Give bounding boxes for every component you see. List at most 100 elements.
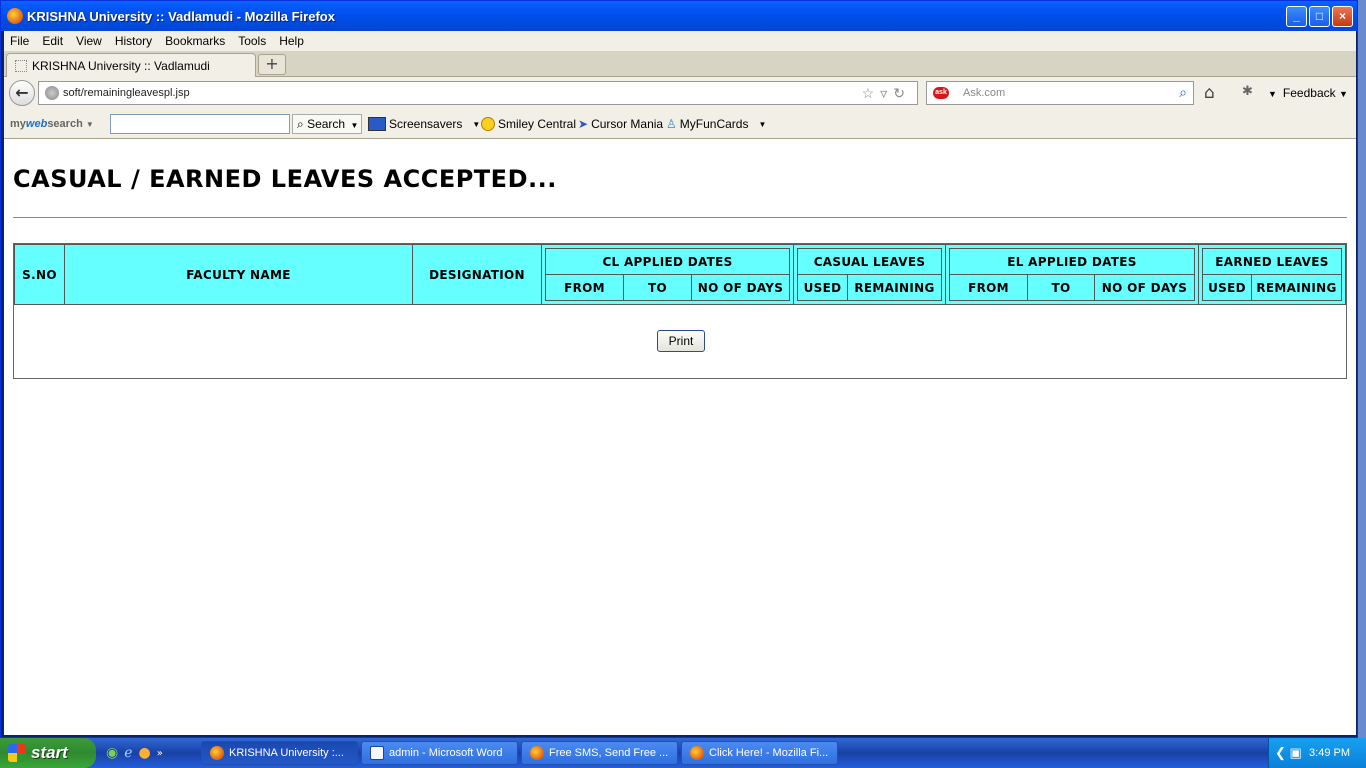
- reload-icon[interactable]: ↻: [893, 85, 911, 101]
- chevron-down-icon: ▼: [1268, 89, 1277, 99]
- header-faculty-name: FACULTY NAME: [64, 244, 413, 305]
- monitor-icon: [368, 117, 386, 131]
- url-actions: ☆▿↻: [862, 85, 911, 102]
- url-text: soft/remainingleavespl.jsp: [63, 87, 190, 99]
- el-from-header: FROM: [949, 274, 1028, 301]
- earned-leaves-title: EARNED LEAVES: [1202, 248, 1342, 275]
- new-tab-button[interactable]: +: [258, 54, 286, 75]
- casual-used-header: USED: [797, 274, 848, 301]
- browser-client: File Edit View History Bookmarks Tools H…: [4, 31, 1356, 735]
- taskbar-item-label: admin - Microsoft Word: [389, 747, 503, 759]
- start-button[interactable]: start: [0, 738, 96, 768]
- mywebsearch-logo[interactable]: mywebsearch ▼: [10, 118, 94, 130]
- background-scrollbar: [1358, 0, 1366, 738]
- search-bar[interactable]: ask Ask.com ⌕: [926, 81, 1194, 105]
- page-favicon-icon: [15, 59, 27, 72]
- header-sno: S.NO: [14, 244, 65, 305]
- menu-bookmarks[interactable]: Bookmarks: [165, 34, 225, 48]
- menu-edit[interactable]: Edit: [42, 34, 63, 48]
- ask-logo-icon[interactable]: ask: [933, 87, 949, 99]
- leaves-table-container: S.NO FACULTY NAME DESIGNATION CL APPLIED…: [13, 243, 1347, 379]
- maximize-button[interactable]: □: [1309, 5, 1330, 27]
- mywebsearch-toolbar: mywebsearch ▼ ⌕ Search ▼ Screensavers ▼ S…: [4, 109, 1356, 139]
- smiley-icon: [481, 117, 495, 131]
- smiley-central-link[interactable]: Smiley Central: [481, 117, 576, 131]
- firefox-icon[interactable]: ●: [139, 745, 151, 761]
- feedback-menu[interactable]: ▼ Feedback ▼: [1268, 86, 1348, 100]
- print-button[interactable]: Print: [657, 330, 705, 352]
- cursor-mania-link[interactable]: ➤ Cursor Mania: [578, 117, 663, 131]
- utorrent-icon[interactable]: ◉: [106, 745, 118, 761]
- el-to-header: TO: [1027, 274, 1095, 301]
- taskbar-item-word[interactable]: admin - Microsoft Word: [361, 741, 518, 765]
- title-bar[interactable]: KRISHNA University :: Vadlamudi - Mozill…: [1, 1, 1357, 31]
- smiley-central-label: Smiley Central: [498, 117, 577, 131]
- chevron-down-icon: ▼: [1338, 89, 1348, 99]
- navigation-bar: ← soft/remainingleavespl.jsp ☆▿↻ ask Ask…: [4, 77, 1356, 109]
- chevron-down-icon: ▼: [758, 119, 767, 129]
- header-earned-leaves: EARNED LEAVES USED REMAINING: [1198, 244, 1346, 305]
- page-content: CASUAL / EARNED LEAVES ACCEPTED... S.NO …: [4, 139, 1356, 735]
- cursor-mania-label: Cursor Mania: [591, 117, 664, 131]
- search-icon[interactable]: ⌕: [1179, 84, 1187, 101]
- window-title: KRISHNA University :: Vadlamudi - Mozill…: [27, 8, 335, 24]
- myfuncards-link[interactable]: ♙ MyFunCards ▼: [666, 117, 766, 131]
- home-icon[interactable]: ⌂: [1204, 83, 1215, 103]
- menu-history[interactable]: History: [115, 34, 152, 48]
- divider: [13, 217, 1347, 218]
- menu-view[interactable]: View: [76, 34, 102, 48]
- chevron-right-icon[interactable]: »: [157, 748, 163, 759]
- casual-remaining-header: REMAINING: [847, 274, 942, 301]
- tab-bar: KRISHNA University :: Vadlamudi +: [4, 51, 1356, 77]
- quick-launch: ◉ ℯ ● »: [106, 745, 198, 761]
- cl-from-header: FROM: [545, 274, 624, 301]
- menu-tools[interactable]: Tools: [238, 34, 266, 48]
- chevron-left-icon[interactable]: ❮: [1275, 745, 1286, 760]
- bug-icon[interactable]: ✱: [1242, 84, 1253, 99]
- page-title: CASUAL / EARNED LEAVES ACCEPTED...: [13, 165, 557, 193]
- url-bar[interactable]: soft/remainingleavespl.jsp ☆▿↻: [38, 81, 918, 105]
- taskbar-item-click-here[interactable]: Click Here! - Mozilla Fi...: [681, 741, 838, 765]
- screensavers-link[interactable]: Screensavers ▼: [368, 117, 480, 131]
- chevron-down-icon[interactable]: ▼: [350, 121, 358, 130]
- menu-help[interactable]: Help: [279, 34, 304, 48]
- search-icon: ⌕: [297, 117, 304, 131]
- earned-used-header: USED: [1202, 274, 1252, 301]
- casual-leaves-title: CASUAL LEAVES: [797, 248, 942, 275]
- earned-remaining-header: REMAINING: [1251, 274, 1342, 301]
- chevron-down-icon: ▼: [472, 119, 481, 129]
- screensavers-label: Screensavers: [389, 117, 463, 131]
- taskbar-item-label: Click Here! - Mozilla Fi...: [709, 747, 829, 759]
- firefox-icon: [7, 8, 23, 24]
- tab-krishna-university[interactable]: KRISHNA University :: Vadlamudi: [6, 53, 256, 77]
- toolbar-search-button[interactable]: ⌕ Search ▼: [292, 114, 362, 134]
- minimize-button[interactable]: _: [1286, 5, 1307, 27]
- cl-to-header: TO: [623, 274, 692, 301]
- leaves-table: S.NO FACULTY NAME DESIGNATION CL APPLIED…: [14, 244, 1346, 305]
- header-designation: DESIGNATION: [412, 244, 542, 305]
- brand-bold: web: [25, 117, 48, 130]
- close-button[interactable]: ×: [1332, 5, 1353, 27]
- taskbar-item-label: KRISHNA University :...: [229, 747, 344, 759]
- brand-suffix: search: [47, 117, 83, 130]
- browser-window: KRISHNA University :: Vadlamudi - Mozill…: [0, 0, 1358, 738]
- dropdown-arrow-icon[interactable]: ▿: [880, 85, 893, 101]
- clock[interactable]: 3:49 PM: [1309, 747, 1350, 759]
- bookmark-star-icon[interactable]: ☆: [862, 85, 881, 101]
- firefox-icon: [690, 746, 704, 760]
- search-placeholder: Ask.com: [963, 87, 1006, 99]
- taskbar-item-krishna[interactable]: KRISHNA University :...: [201, 741, 358, 765]
- start-label: start: [31, 743, 68, 762]
- el-applied-dates-title: EL APPLIED DATES: [949, 248, 1195, 275]
- back-button[interactable]: ←: [9, 80, 35, 106]
- feedback-label: Feedback: [1282, 86, 1336, 100]
- menu-file[interactable]: File: [10, 34, 29, 48]
- el-no-of-days-header: NO OF DAYS: [1094, 274, 1195, 301]
- taskbar: start ◉ ℯ ● » KRISHNA University :... ad…: [0, 738, 1366, 768]
- internet-explorer-icon[interactable]: ℯ: [124, 745, 132, 761]
- cl-applied-dates-title: CL APPLIED DATES: [545, 248, 790, 275]
- chevron-down-icon: ▼: [85, 119, 94, 129]
- network-icon[interactable]: ▣: [1290, 745, 1302, 760]
- taskbar-item-free-sms[interactable]: Free SMS, Send Free ...: [521, 741, 678, 765]
- toolbar-search-input[interactable]: [110, 114, 290, 134]
